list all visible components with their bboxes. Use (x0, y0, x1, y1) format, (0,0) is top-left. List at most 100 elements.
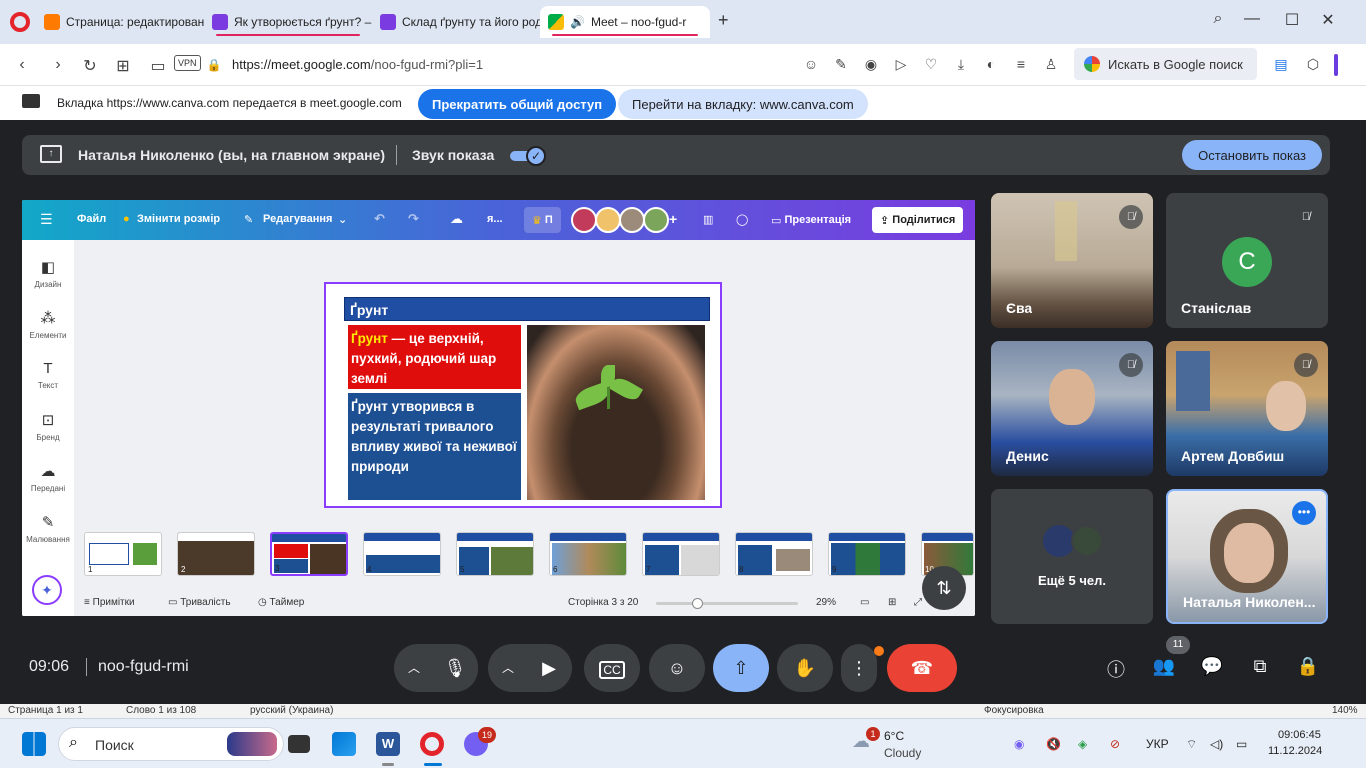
pages-view-icon[interactable]: ▭ (860, 597, 869, 608)
tab-soil-composition[interactable]: Склад ґрунту та його род (372, 6, 540, 38)
forward-icon[interactable]: › (48, 56, 68, 74)
definition-box[interactable]: Ґрунт — це верхній, пухкий, родючий шар … (348, 325, 521, 389)
flow-icon[interactable]: ▷ (892, 56, 910, 73)
participant-tile[interactable]: 🎙̸ Артем Довбиш (1166, 341, 1328, 476)
design-title[interactable]: я... (487, 213, 503, 225)
collaborator-avatar[interactable] (595, 207, 621, 233)
participant-tile[interactable]: 🎙̸ Денис (991, 341, 1153, 476)
minimize-icon[interactable]: — (1240, 10, 1264, 28)
activities-icon[interactable]: ⧉ (1248, 656, 1272, 677)
host-controls-icon[interactable]: 🔒 (1296, 656, 1320, 677)
resize-menu[interactable]: Змінити розмір (137, 213, 220, 225)
edit-icon[interactable]: ✎ (832, 56, 850, 73)
file-menu[interactable]: Файл (77, 213, 106, 225)
page-thumbnail[interactable]: 7 (642, 532, 720, 576)
sidebar-item-draw[interactable]: ✎ Малювання (22, 513, 74, 544)
close-icon[interactable]: ✕ (1316, 10, 1340, 30)
viber-tray-icon[interactable]: ◉ (1014, 737, 1024, 751)
clock-time[interactable]: 09:06:45 (1278, 729, 1321, 741)
collaborator-avatar[interactable] (619, 207, 645, 233)
comment-icon[interactable]: ◯ (736, 213, 748, 226)
security-icon[interactable]: ◈ (1078, 737, 1087, 751)
more-participants-tile[interactable]: Ещё 5 чел. (991, 489, 1153, 624)
page-indicator[interactable]: Сторінка 3 з 20 (568, 597, 638, 608)
language-indicator[interactable]: УКР (1146, 737, 1169, 751)
page-thumbnail[interactable]: 5 (456, 532, 534, 576)
slide-canvas[interactable]: Ґрунт Ґрунт — це верхній, пухкий, родючи… (324, 282, 722, 508)
opera-menu-icon[interactable] (10, 12, 30, 32)
sidebar-item-uploads[interactable]: ☁ Передані (22, 462, 74, 493)
lock-icon[interactable]: 🔒 (204, 58, 224, 72)
page-thumbnail[interactable]: 1 (84, 532, 162, 576)
speaker-icon[interactable]: ◁) (1210, 737, 1223, 751)
zoom-level[interactable]: 29% (816, 597, 836, 608)
taskbar-search[interactable]: ⌕ Поиск (58, 727, 284, 761)
sidebar-item-elements[interactable]: ⁂ Елементи (22, 309, 74, 340)
sidebar-item-brand[interactable]: ⊡ Бренд (22, 411, 74, 442)
hamburger-menu-icon[interactable]: ☰ (40, 211, 53, 228)
reload-icon[interactable]: ↻ (80, 56, 100, 76)
collaborator-avatar[interactable] (643, 207, 669, 233)
present-button[interactable]: ▭ Презентація (763, 207, 859, 233)
meeting-info-icon[interactable]: ⓘ (1104, 656, 1128, 682)
profile-icon[interactable]: ♙ (1042, 56, 1060, 73)
cloud-icon[interactable]: ☁ (450, 211, 463, 227)
zoom-slider-handle[interactable] (692, 598, 703, 609)
page-thumbnail-selected[interactable]: 3 (270, 532, 348, 576)
slide-title[interactable]: Ґрунт (344, 297, 710, 321)
word-app-icon[interactable]: W (376, 732, 400, 756)
page-thumbnail[interactable]: 8 (735, 532, 813, 576)
back-icon[interactable]: ‹ (12, 56, 32, 74)
opera-app-icon[interactable] (420, 732, 444, 756)
sidebar-handle[interactable] (1334, 54, 1338, 76)
camera-icon[interactable]: ▭ (148, 56, 168, 76)
more-options-button[interactable]: ⋮ (841, 644, 877, 692)
end-call-button[interactable]: ☎ (887, 644, 957, 692)
analytics-icon[interactable]: ▥ (703, 213, 713, 226)
tab-page-editing[interactable]: Страница: редактирован (36, 6, 204, 38)
task-view-icon[interactable] (288, 735, 310, 753)
chat-icon[interactable]: 💬 (1200, 656, 1224, 677)
goto-tab-button[interactable]: Перейти на вкладку: www.canva.com (618, 89, 868, 119)
page-thumbnail[interactable]: 4 (363, 532, 441, 576)
heart-icon[interactable]: ♡ (922, 56, 940, 73)
more-options-icon[interactable]: ••• (1292, 501, 1316, 525)
snapshot-icon[interactable]: ◉ (862, 56, 880, 73)
easy-setup-icon[interactable]: ≡ (1012, 56, 1030, 72)
volume-mute-icon[interactable]: 🔇 (1046, 737, 1061, 751)
sidebar-icon[interactable]: ▤ (1272, 56, 1290, 73)
sidebar-item-text[interactable]: T Текст (22, 360, 74, 390)
maximize-icon[interactable]: ☐ (1280, 10, 1304, 30)
grid-view-icon[interactable]: ⊞ (888, 597, 896, 608)
stop-sharing-button[interactable]: Прекратить общий доступ (418, 89, 617, 119)
vpn-tray-icon[interactable]: ⊘ (1110, 737, 1120, 751)
windows-start-icon[interactable] (22, 732, 46, 756)
undo-icon[interactable]: ↶ (374, 211, 385, 227)
notes-button[interactable]: ≡ Примітки (84, 597, 135, 608)
raise-hand-button[interactable]: ✋ (777, 644, 833, 692)
people-icon[interactable]: 👥 (1152, 656, 1176, 677)
wifi-icon[interactable]: ⌔ (1186, 737, 1197, 752)
vpn-badge[interactable]: VPN (174, 55, 201, 71)
timer-button[interactable]: ◷ Таймер (258, 597, 304, 608)
emoji-icon[interactable]: ☺ (802, 56, 820, 72)
battery-saver-icon[interactable]: ◐ (982, 56, 1000, 72)
collaborator-avatar[interactable] (571, 207, 597, 233)
download-icon[interactable]: ⤓ (952, 56, 970, 73)
add-collaborator-icon[interactable]: + (669, 211, 677, 227)
page-thumbnail[interactable]: 6 (549, 532, 627, 576)
tabs-grid-icon[interactable]: ⊞ (113, 56, 133, 76)
participant-tile[interactable]: C 🎙̸ Станіслав (1166, 193, 1328, 328)
redo-icon[interactable]: ↷ (408, 211, 419, 227)
page-thumbnail[interactable]: 9 (828, 532, 906, 576)
store-app-icon[interactable] (332, 732, 356, 756)
new-tab-button[interactable]: + (718, 10, 729, 31)
mic-button[interactable]: 🎙 (432, 644, 478, 692)
camera-button[interactable]: ▶ (526, 644, 572, 692)
self-participant-tile[interactable]: ••• Наталья Николен... (1166, 489, 1328, 624)
hands-with-seedling-image[interactable] (527, 325, 705, 500)
participant-tile[interactable]: 🎙̸ Єва (991, 193, 1153, 328)
share-button[interactable]: ⇪ Поділитися (872, 207, 964, 233)
sound-toggle[interactable]: ✓ (510, 146, 546, 166)
search-tabs-icon[interactable]: ⌕ (1206, 10, 1230, 28)
